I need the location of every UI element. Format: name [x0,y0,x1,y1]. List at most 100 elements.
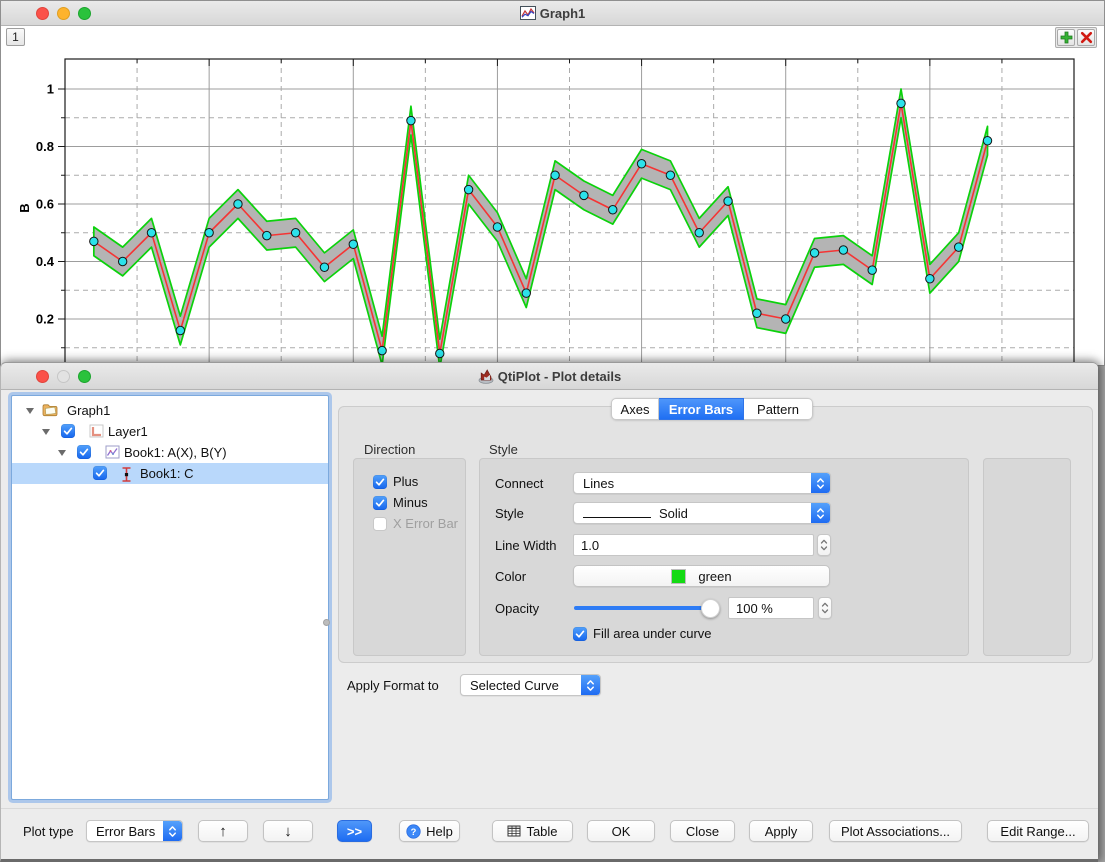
line-style-combobox[interactable]: Solid [573,502,831,524]
dialog-title: QtiPlot - Plot details [498,369,622,384]
chevron-up-down-icon [163,821,182,841]
fill-area-checkbox[interactable] [573,627,587,641]
direction-group: Plus Minus X Error Bar [353,458,466,656]
layer-icon [89,424,105,440]
plus-checkbox[interactable] [373,475,387,489]
tree-item-checkbox[interactable] [61,424,75,438]
opacity-label: Opacity [495,601,539,616]
solid-line-sample-icon [583,517,651,518]
checkbox-label: Plus [393,474,418,489]
down-arrow-icon: ↓ [284,823,292,840]
table-icon [507,825,521,837]
plus-row: Plus [373,474,418,489]
tree-item-checkbox[interactable] [93,466,107,480]
dialog-title-wrap: QtiPlot - Plot details [1,363,1098,389]
tree-item-layer1[interactable]: Layer1 [12,421,328,442]
chevron-up-down-icon [811,473,830,493]
svg-text:B: B [17,203,32,212]
disclosure-triangle-icon[interactable] [42,429,50,435]
move-down-button[interactable]: ↓ [263,820,313,842]
svg-text:1: 1 [47,82,54,97]
color-button[interactable]: green [573,565,830,587]
line-width-input[interactable]: 1.0 [573,534,814,556]
close-layer-button[interactable] [1077,29,1095,46]
close-button[interactable]: Close [670,820,735,842]
opacity-slider[interactable] [574,606,714,610]
svg-text:0.8: 0.8 [36,139,54,154]
plot-details-dialog: QtiPlot - Plot details Graph1Layer1Book1… [0,362,1098,862]
table-button[interactable]: Table [492,820,573,842]
disclosure-triangle-icon[interactable] [26,408,34,414]
chart: 0.2 0.4 0.6 0.8 1 B [1,1,1105,366]
tab-error-bars[interactable]: Error Bars [659,398,744,420]
dialog-content: Graph1Layer1Book1: A(X), B(Y)Book1: C Ax… [1,389,1098,859]
svg-text:0.4: 0.4 [36,254,55,269]
minus-checkbox[interactable] [373,496,387,510]
tree-item-label: Graph1 [67,400,110,421]
ok-button[interactable]: OK [587,820,655,842]
minus-row: Minus [373,495,428,510]
plot-items-tree[interactable]: Graph1Layer1Book1: A(X), B(Y)Book1: C [11,395,329,800]
folder-icon [42,403,58,419]
graph-titlebar: Graph1 [1,1,1104,26]
green-plus-icon [1060,31,1073,44]
plot-type-label: Plot type [23,824,74,839]
apply-format-value: Selected Curve [461,678,581,693]
checkbox-label: Minus [393,495,428,510]
move-up-button[interactable]: ↑ [198,820,248,842]
svg-text:?: ? [411,826,417,836]
add-layer-button[interactable] [1057,29,1075,46]
style-group-title: Style [489,442,518,457]
qtiplot-icon [478,368,494,384]
graph-window: 0.2 0.4 0.6 0.8 1 B Graph1 1 [0,0,1105,366]
tree-item-checkbox[interactable] [77,445,91,459]
fill-area-label: Fill area under curve [593,626,712,641]
apply-format-label: Apply Format to [347,678,439,693]
line-style-value: Solid [574,506,811,521]
help-button[interactable]: ? Help [399,820,460,842]
checkbox-label: X Error Bar [393,516,458,531]
empty-group [983,458,1071,656]
opacity-stepper[interactable] [818,597,832,619]
tree-item-label: Book1: A(X), B(Y) [124,442,227,463]
graph-window-title-wrap: Graph1 [1,1,1104,25]
chevron-up-down-icon [811,503,830,523]
connect-value: Lines [574,476,811,491]
line-width-label: Line Width [495,538,556,553]
tab-pattern[interactable]: Pattern [744,398,813,420]
graph-window-icon [520,6,536,20]
fill-area-row: Fill area under curve [573,626,712,641]
page-tab-1[interactable]: 1 [6,28,25,46]
svg-text:0.2: 0.2 [36,312,54,327]
help-icon: ? [406,824,421,839]
tree-item-graph1[interactable]: Graph1 [12,400,328,421]
error-bar-icon [121,466,137,482]
tree-item-book1-c[interactable]: Book1: C [12,463,328,484]
color-label: Color [495,569,526,584]
svg-text:0.6: 0.6 [36,197,54,212]
opacity-input[interactable]: 100 % [728,597,814,619]
x-error-bar-checkbox [373,517,387,531]
direction-group-title: Direction [364,442,415,457]
plot-type-value: Error Bars [87,824,163,839]
splitter-handle[interactable] [323,619,330,626]
expand-button[interactable]: >> [337,820,372,842]
apply-button[interactable]: Apply [749,820,813,842]
plot-type-combobox[interactable]: Error Bars [86,820,183,842]
disclosure-triangle-icon[interactable] [58,450,66,456]
plot-associations-button[interactable]: Plot Associations... [829,820,962,842]
edit-range-button[interactable]: Edit Range... [987,820,1089,842]
tab-axes[interactable]: Axes [611,398,659,420]
style-label: Style [495,506,524,521]
tree-item-book1-a-x-b-y-[interactable]: Book1: A(X), B(Y) [12,442,328,463]
bottom-separator [1,808,1098,809]
apply-format-combobox[interactable]: Selected Curve [460,674,601,696]
plot-icon [105,445,121,461]
opacity-slider-handle[interactable] [701,599,720,618]
line-width-stepper[interactable] [817,534,831,556]
x-error-bar-row: X Error Bar [373,516,458,531]
chevron-up-down-icon [581,675,600,695]
connect-label: Connect [495,476,543,491]
connect-combobox[interactable]: Lines [573,472,831,494]
layer-toolbar [1055,27,1097,48]
